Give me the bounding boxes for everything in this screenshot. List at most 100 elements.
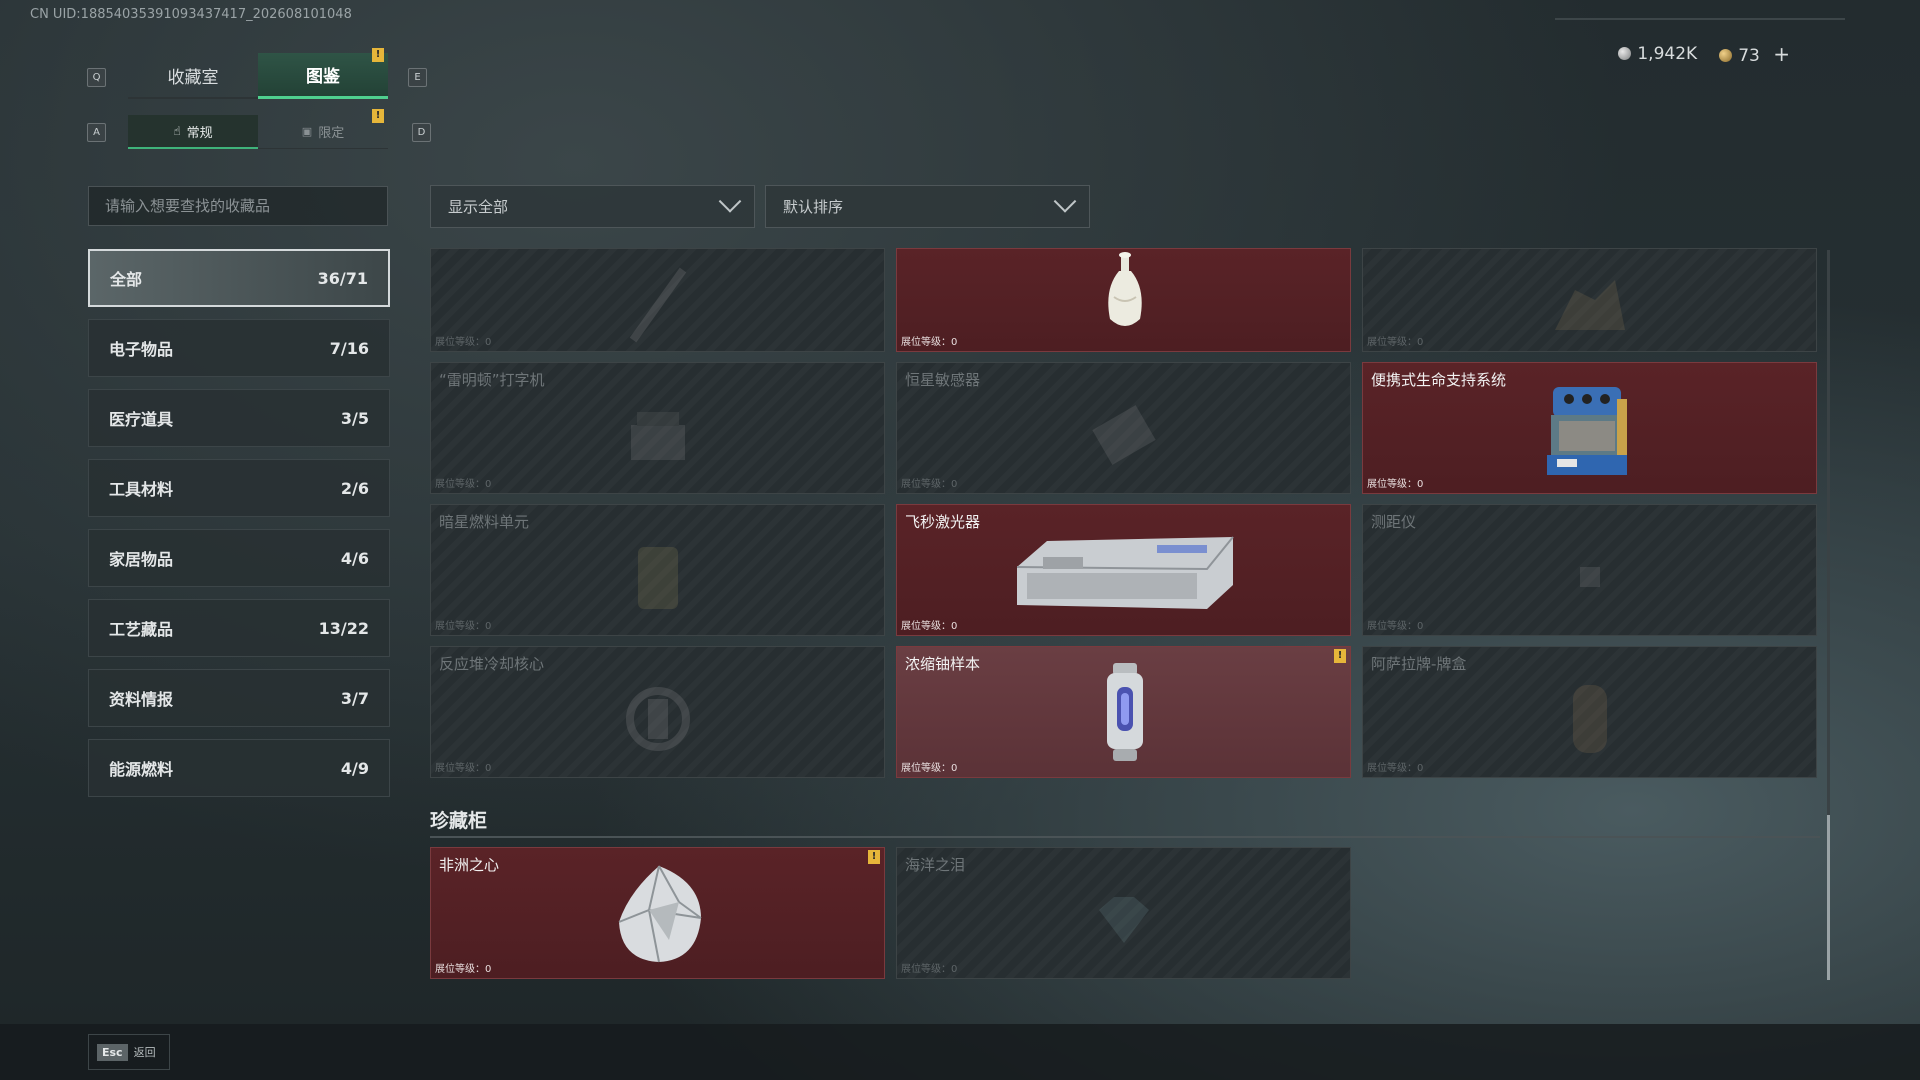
collectible-card[interactable]: 便携式生命支持系统 展位等级：0 <box>1362 362 1817 494</box>
card-box-icon <box>1572 684 1607 753</box>
collectible-card[interactable]: 测距仪 展位等级：0 <box>1362 504 1817 636</box>
main-tabs: 收藏室 图鉴 <box>128 53 388 99</box>
uid-label: CN UID:18854035391093437417_202608101048 <box>30 7 352 22</box>
category-list: 全部 36/71 电子物品 7/16 医疗道具 3/5 工具材料 2/6 家居物品 4/6… <box>88 249 390 809</box>
vase-icon <box>1108 252 1142 326</box>
display-level: 展位等级：0 <box>1367 337 1424 348</box>
collectible-card[interactable]: 海洋之泪 展位等级：0 <box>896 847 1351 979</box>
category-label: 能源燃料 <box>109 760 174 779</box>
tab-alert-badge: ! <box>372 48 384 62</box>
category-intel[interactable]: 资料情报 3/7 <box>88 669 390 727</box>
gold-amount: 73 <box>1738 46 1760 66</box>
fuel-cell-icon <box>637 546 678 609</box>
typewriter-icon <box>630 411 685 460</box>
picture-icon: ▣ <box>301 125 313 138</box>
scrollbar-thumb[interactable] <box>1827 815 1830 980</box>
display-level: 展位等级：0 <box>901 337 958 348</box>
item-name: 非洲之心 <box>439 856 500 874</box>
category-label: 资料情报 <box>109 690 174 709</box>
item-name: 便携式生命支持系统 <box>1371 371 1507 389</box>
collectible-card[interactable]: 展位等级：0 <box>1362 248 1817 352</box>
sensor-icon <box>1091 404 1156 465</box>
category-count: 3/5 <box>340 408 369 428</box>
collectible-card[interactable]: 浓缩铀样本 ! 展位等级：0 <box>896 646 1351 778</box>
category-crafts[interactable]: 工艺藏品 13/22 <box>88 599 390 657</box>
display-level: 展位等级：0 <box>901 964 958 975</box>
display-level: 展位等级：0 <box>435 763 492 774</box>
collectible-card[interactable]: “雷明顿”打字机 展位等级：0 <box>430 362 885 494</box>
subtab-limited-label: 限定 <box>318 126 345 141</box>
item-name: 海洋之泪 <box>905 856 966 874</box>
chevron-down-icon <box>718 189 742 213</box>
category-count: 2/6 <box>340 478 369 498</box>
gold-coin-icon <box>1719 49 1733 62</box>
uranium-icon <box>1107 663 1143 761</box>
rangefinder-icon <box>1579 566 1600 587</box>
e-key-hint: E <box>408 68 427 87</box>
category-all[interactable]: 全部 36/71 <box>88 249 390 307</box>
gem-icon <box>1098 896 1149 943</box>
item-name: 恒星敏感器 <box>905 371 981 389</box>
category-household[interactable]: 家居物品 4/6 <box>88 529 390 587</box>
esc-key-hint: Esc <box>97 1043 128 1061</box>
category-label: 医疗道具 <box>109 410 174 429</box>
item-alert-badge: ! <box>868 850 880 864</box>
a-key-hint: A <box>87 123 106 142</box>
display-level: 展位等级：0 <box>901 621 958 632</box>
display-level: 展位等级：0 <box>435 621 492 632</box>
back-label: 返回 <box>133 1046 156 1059</box>
tab-collection-room[interactable]: 收藏室 <box>128 53 258 99</box>
category-label: 电子物品 <box>109 340 174 359</box>
category-label: 工艺藏品 <box>109 620 174 639</box>
top-divider <box>1555 18 1845 20</box>
show-filter-dropdown[interactable]: 显示全部 <box>430 185 755 228</box>
category-electronics[interactable]: 电子物品 7/16 <box>88 319 390 377</box>
bottom-bar <box>0 1024 1920 1080</box>
collectible-card[interactable]: 展位等级：0 <box>430 248 885 352</box>
tab-catalog[interactable]: 图鉴 <box>258 53 388 99</box>
laser-icon <box>1016 536 1234 609</box>
collectible-card[interactable]: 非洲之心 ! 展位等级：0 <box>430 847 885 979</box>
category-energy[interactable]: 能源燃料 4/9 <box>88 739 390 797</box>
statue-icon <box>1554 280 1625 331</box>
q-key-hint: Q <box>87 68 106 87</box>
item-name: 暗星燃料单元 <box>439 513 530 531</box>
collectible-card[interactable]: 恒星敏感器 展位等级：0 <box>896 362 1351 494</box>
category-label: 全部 <box>110 270 143 289</box>
item-name: 阿萨拉牌-牌盒 <box>1371 655 1467 673</box>
item-name: 测距仪 <box>1371 513 1417 531</box>
category-label: 家居物品 <box>109 550 174 569</box>
category-label: 工具材料 <box>109 480 174 499</box>
sort-value: 默认排序 <box>783 198 844 216</box>
display-level: 展位等级：0 <box>435 337 492 348</box>
item-name: 反应堆冷却核心 <box>439 655 545 673</box>
gold-currency: 73 + <box>1719 42 1790 66</box>
collectible-card[interactable]: 暗星燃料单元 展位等级：0 <box>430 504 885 636</box>
category-count: 4/9 <box>340 758 369 778</box>
collectible-card[interactable]: 反应堆冷却核心 展位等级：0 <box>430 646 885 778</box>
display-level: 展位等级：0 <box>435 964 492 975</box>
pen-icon <box>629 267 686 343</box>
back-button[interactable]: Esc 返回 <box>88 1034 170 1070</box>
category-count: 3/7 <box>340 688 369 708</box>
reactor-core-icon <box>625 686 690 751</box>
section-divider <box>430 836 1820 838</box>
category-medical[interactable]: 医疗道具 3/5 <box>88 389 390 447</box>
subtab-regular[interactable]: ☝ 常规 <box>128 115 258 149</box>
category-count: 13/22 <box>318 618 369 638</box>
search-input[interactable] <box>88 186 388 226</box>
sort-dropdown[interactable]: 默认排序 <box>765 185 1090 228</box>
silver-currency: 1,942K <box>1618 44 1697 64</box>
collectible-card[interactable]: 展位等级：0 <box>896 248 1351 352</box>
display-level: 展位等级：0 <box>901 763 958 774</box>
add-currency-button[interactable]: + <box>1773 42 1790 66</box>
display-level: 展位等级：0 <box>1367 763 1424 774</box>
subtab-limited[interactable]: ▣ 限定 <box>258 115 388 149</box>
display-level: 展位等级：0 <box>901 479 958 490</box>
category-count: 4/6 <box>340 548 369 568</box>
category-count: 36/71 <box>317 268 368 288</box>
collectible-card[interactable]: 飞秒激光器 展位等级：0 <box>896 504 1351 636</box>
item-name: 飞秒激光器 <box>905 513 981 531</box>
collectible-card[interactable]: 阿萨拉牌-牌盒 展位等级：0 <box>1362 646 1817 778</box>
category-tools[interactable]: 工具材料 2/6 <box>88 459 390 517</box>
